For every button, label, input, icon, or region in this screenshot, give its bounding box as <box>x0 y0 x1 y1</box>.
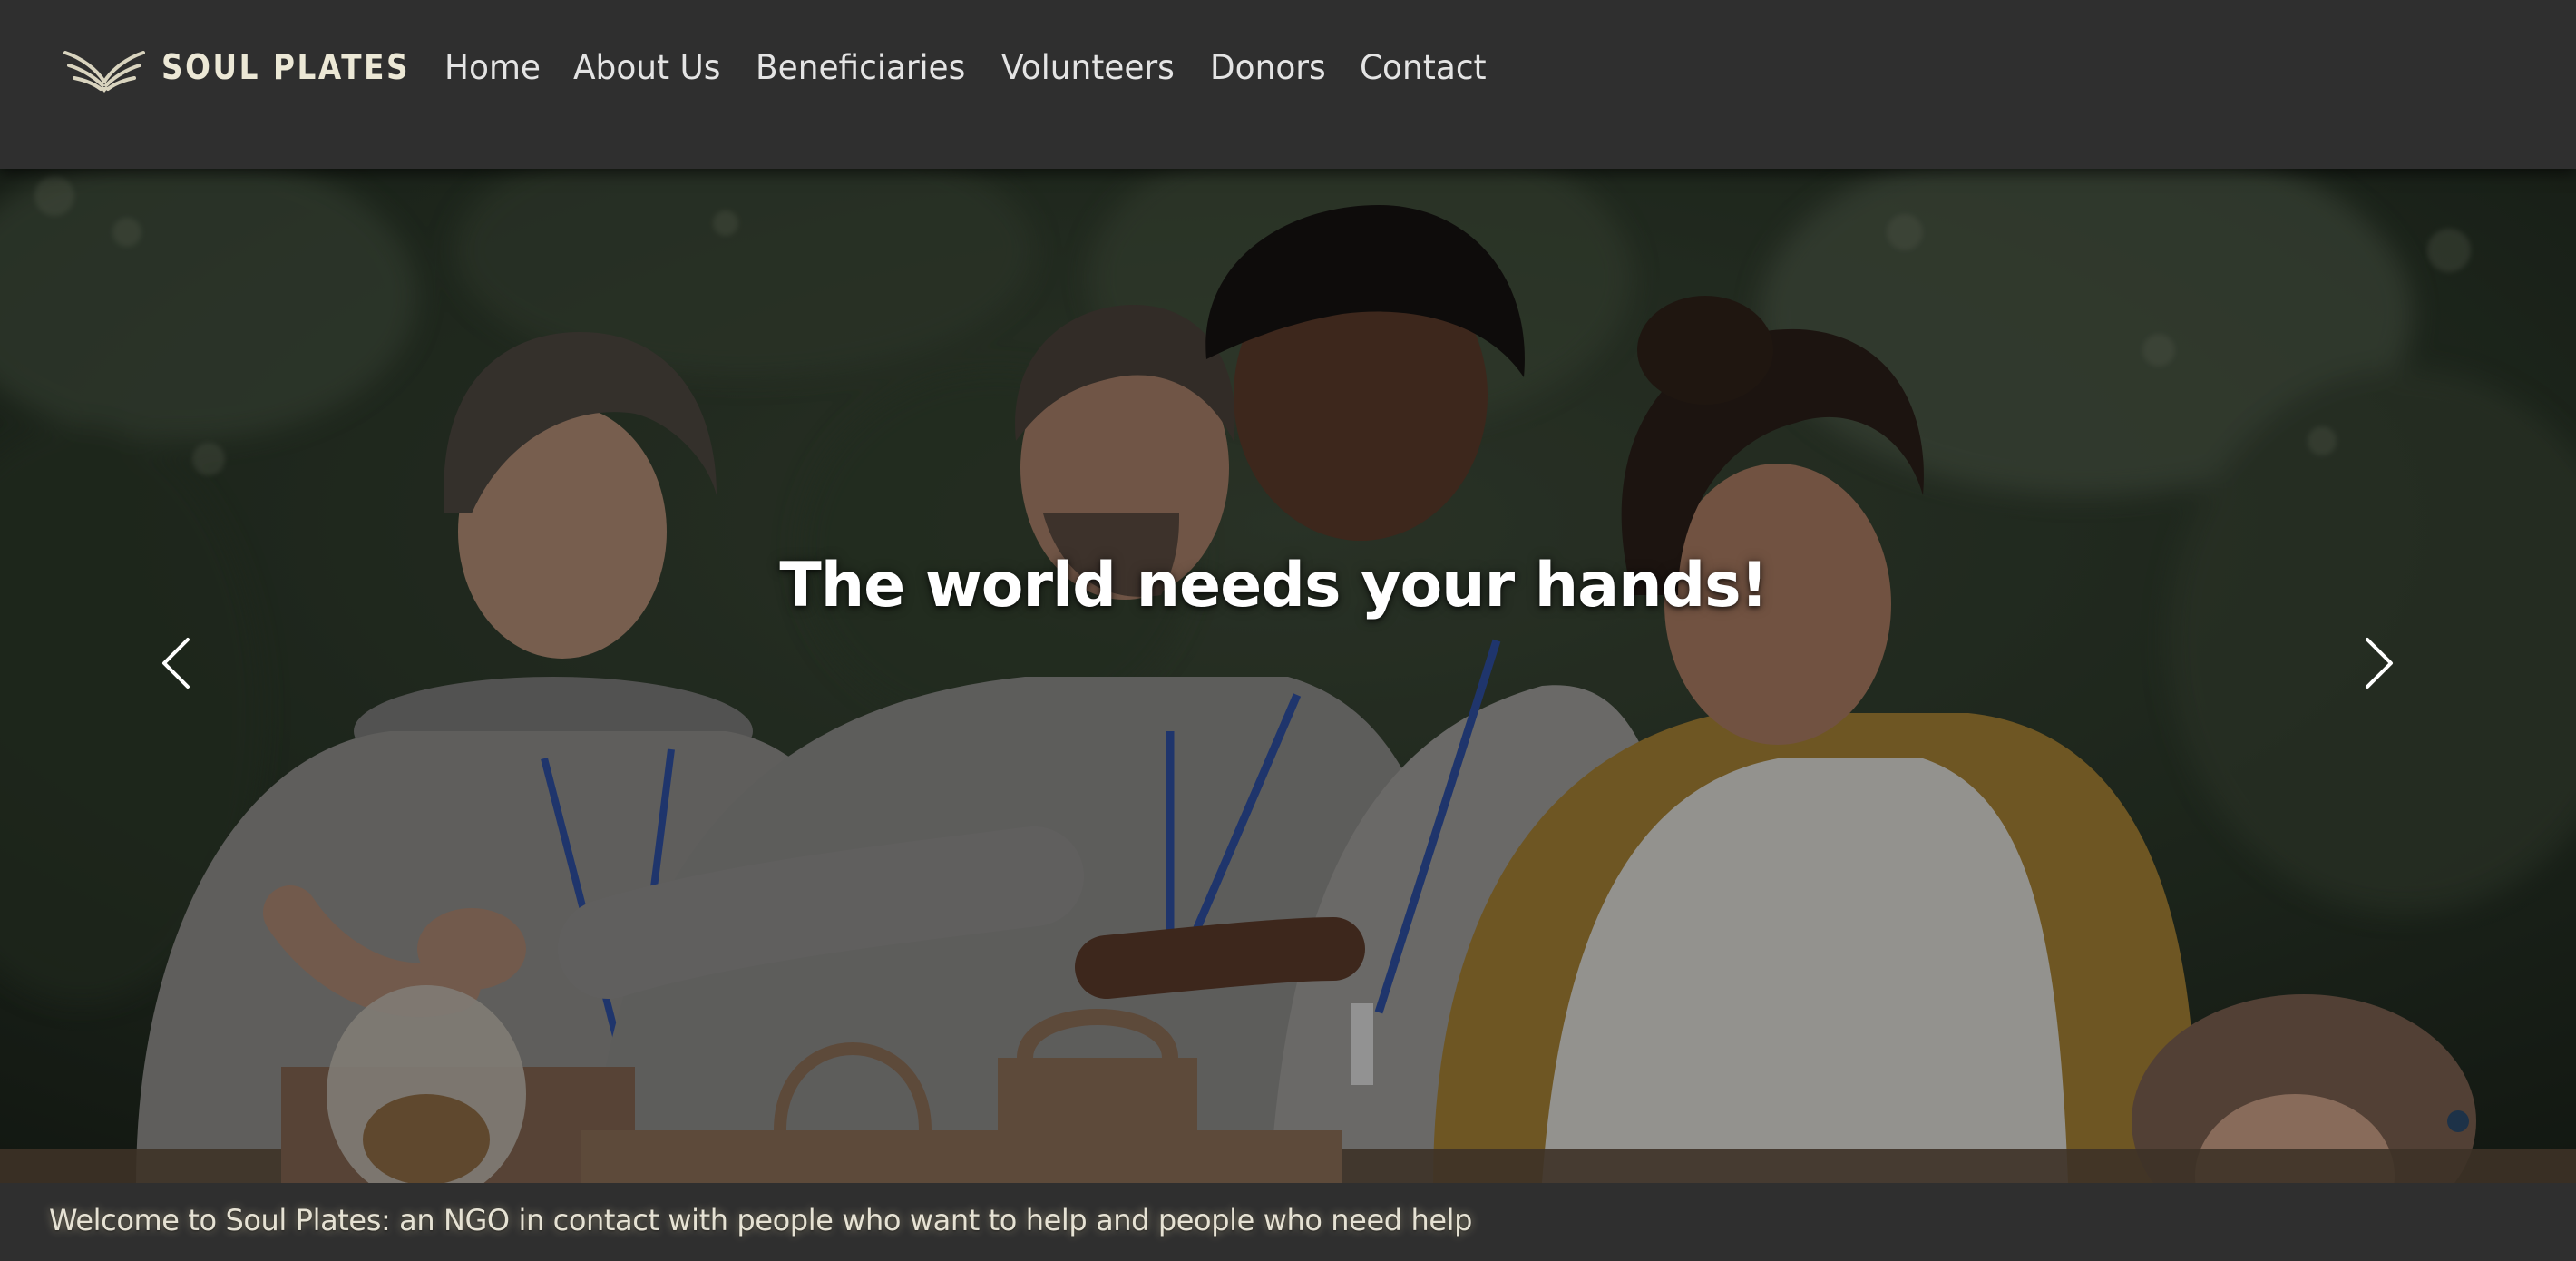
nav-donors[interactable]: Donors <box>1210 48 1326 87</box>
nav-contact[interactable]: Contact <box>1360 48 1487 87</box>
chevron-left-icon <box>162 638 190 689</box>
brand-name: SOUL PLATES <box>161 47 411 87</box>
carousel-prev-button[interactable] <box>143 631 207 695</box>
hero-caption: The world needs your hands! <box>779 550 1768 621</box>
nav-beneficiaries[interactable]: Beneficiaries <box>756 48 965 87</box>
nav-about-us[interactable]: About Us <box>573 48 720 87</box>
welcome-text: Welcome to Soul Plates: an NGO in contac… <box>49 1203 1473 1237</box>
nav-home[interactable]: Home <box>444 48 541 87</box>
carousel-next-button[interactable] <box>2348 631 2412 695</box>
main-nav: Home About Us Beneficiaries Volunteers D… <box>444 40 1520 94</box>
brand-link[interactable]: SOUL PLATES <box>63 40 451 94</box>
navbar: SOUL PLATES Home About Us Beneficiaries … <box>0 0 2576 169</box>
chevron-right-icon <box>2366 638 2393 689</box>
nav-volunteers[interactable]: Volunteers <box>1001 48 1175 87</box>
welcome-bar: Welcome to Soul Plates: an NGO in contac… <box>0 1183 2576 1261</box>
hero-overlay <box>0 169 2576 1183</box>
wings-icon <box>63 51 145 93</box>
hero-carousel: The world needs your hands! <box>0 169 2576 1183</box>
